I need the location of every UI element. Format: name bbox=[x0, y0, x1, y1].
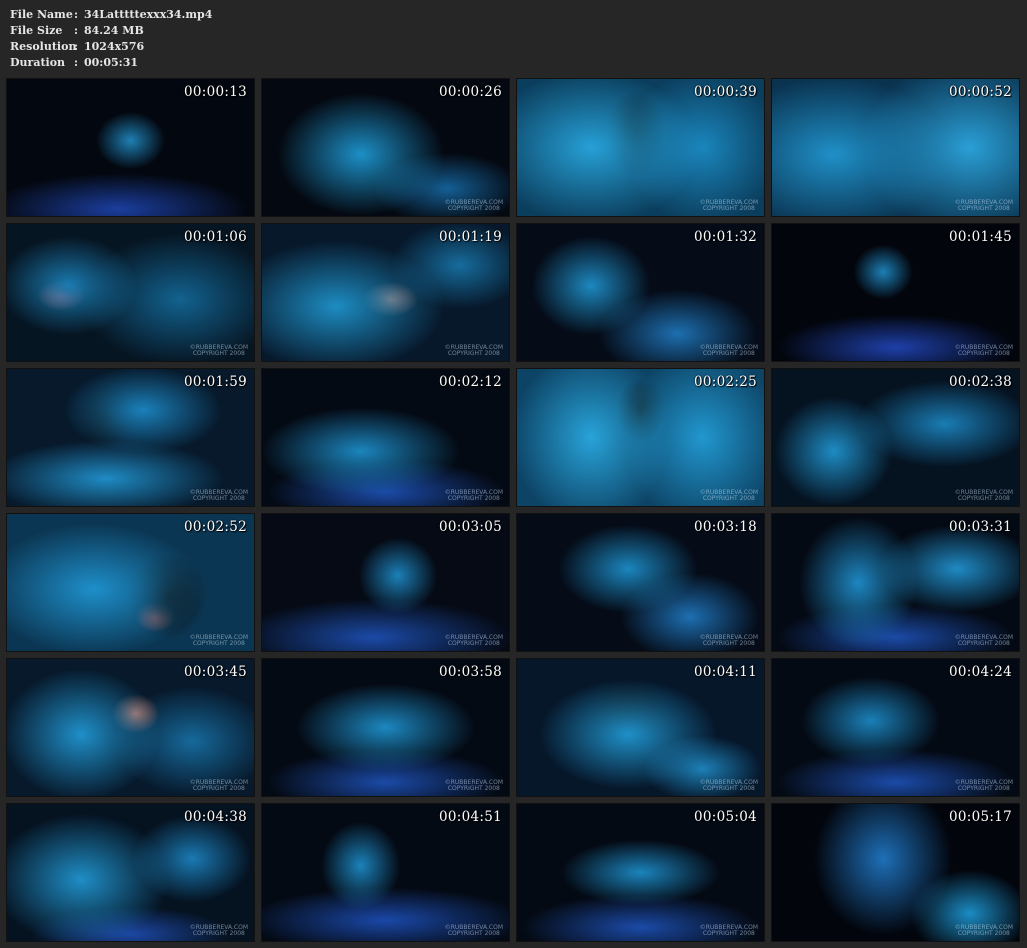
timestamp: 00:00:52 bbox=[948, 84, 1012, 100]
timestamp: 00:05:17 bbox=[948, 809, 1012, 825]
duration-row: Duration : 00:05:31 bbox=[10, 55, 212, 71]
video-thumbnail: 00:03:45 ©RUBBEREVA.COM COPYRIGHT 2008 bbox=[6, 658, 255, 797]
watermark: ©RUBBEREVA.COM COPYRIGHT 2008 bbox=[954, 199, 1013, 212]
watermark: ©RUBBEREVA.COM COPYRIGHT 2008 bbox=[189, 634, 248, 647]
timestamp: 00:01:45 bbox=[948, 229, 1012, 245]
video-thumbnail: 00:04:51 ©RUBBEREVA.COM COPYRIGHT 2008 bbox=[261, 803, 510, 942]
watermark: ©RUBBEREVA.COM COPYRIGHT 2008 bbox=[444, 924, 503, 937]
watermark: ©RUBBEREVA.COM COPYRIGHT 2008 bbox=[189, 489, 248, 502]
file-name-row: File Name : 34Latttttexxx34.mp4 bbox=[10, 7, 212, 23]
timestamp: 00:01:06 bbox=[183, 229, 247, 245]
timestamp: 00:03:58 bbox=[438, 664, 502, 680]
timestamp: 00:03:45 bbox=[183, 664, 247, 680]
video-thumbnail: 00:00:52 ©RUBBEREVA.COM COPYRIGHT 2008 bbox=[771, 78, 1020, 217]
video-thumbnail: 00:03:05 ©RUBBEREVA.COM COPYRIGHT 2008 bbox=[261, 513, 510, 652]
file-size-label: File Size bbox=[10, 24, 63, 37]
duration-label: Duration bbox=[10, 56, 66, 69]
video-thumbnail: 00:02:38 ©RUBBEREVA.COM COPYRIGHT 2008 bbox=[771, 368, 1020, 507]
video-thumbnail: 00:01:59 ©RUBBEREVA.COM COPYRIGHT 2008 bbox=[6, 368, 255, 507]
separator: : bbox=[74, 56, 79, 69]
video-thumbnail: 00:03:31 ©RUBBEREVA.COM COPYRIGHT 2008 bbox=[771, 513, 1020, 652]
watermark: ©RUBBEREVA.COM COPYRIGHT 2008 bbox=[699, 489, 758, 502]
video-thumbnail: 00:02:52 ©RUBBEREVA.COM COPYRIGHT 2008 bbox=[6, 513, 255, 652]
video-thumbnail: 00:01:19 ©RUBBEREVA.COM COPYRIGHT 2008 bbox=[261, 223, 510, 362]
video-thumbnail: 00:04:24 ©RUBBEREVA.COM COPYRIGHT 2008 bbox=[771, 658, 1020, 797]
timestamp: 00:02:52 bbox=[183, 519, 247, 535]
resolution-label: Resolution bbox=[10, 40, 77, 53]
separator: : bbox=[74, 24, 79, 37]
timestamp: 00:04:24 bbox=[948, 664, 1012, 680]
watermark: ©RUBBEREVA.COM COPYRIGHT 2008 bbox=[699, 924, 758, 937]
timestamp: 00:00:13 bbox=[183, 84, 247, 100]
video-thumbnail: 00:03:58 ©RUBBEREVA.COM COPYRIGHT 2008 bbox=[261, 658, 510, 797]
video-thumbnail: 00:05:17 ©RUBBEREVA.COM COPYRIGHT 2008 bbox=[771, 803, 1020, 942]
watermark: ©RUBBEREVA.COM COPYRIGHT 2008 bbox=[444, 489, 503, 502]
file-size-row: File Size : 84.24 MB bbox=[10, 23, 212, 39]
video-thumbnail: 00:04:38 ©RUBBEREVA.COM COPYRIGHT 2008 bbox=[6, 803, 255, 942]
video-thumbnail: 00:00:26 ©RUBBEREVA.COM COPYRIGHT 2008 bbox=[261, 78, 510, 217]
video-thumbnail: 00:02:12 ©RUBBEREVA.COM COPYRIGHT 2008 bbox=[261, 368, 510, 507]
timestamp: 00:03:05 bbox=[438, 519, 502, 535]
watermark: ©RUBBEREVA.COM COPYRIGHT 2008 bbox=[699, 344, 758, 357]
watermark: ©RUBBEREVA.COM COPYRIGHT 2008 bbox=[189, 779, 248, 792]
timestamp: 00:01:19 bbox=[438, 229, 502, 245]
timestamp: 00:03:31 bbox=[948, 519, 1012, 535]
file-info-header: File Name : 34Latttttexxx34.mp4 File Siz… bbox=[10, 7, 212, 71]
file-size-value: 84.24 MB bbox=[84, 24, 144, 37]
watermark: ©RUBBEREVA.COM COPYRIGHT 2008 bbox=[189, 924, 248, 937]
timestamp: 00:04:38 bbox=[183, 809, 247, 825]
file-name-label: File Name bbox=[10, 8, 73, 21]
watermark: ©RUBBEREVA.COM COPYRIGHT 2008 bbox=[699, 634, 758, 647]
watermark: ©RUBBEREVA.COM COPYRIGHT 2008 bbox=[954, 344, 1013, 357]
watermark: ©RUBBEREVA.COM COPYRIGHT 2008 bbox=[444, 634, 503, 647]
watermark: ©RUBBEREVA.COM COPYRIGHT 2008 bbox=[699, 199, 758, 212]
watermark: ©RUBBEREVA.COM COPYRIGHT 2008 bbox=[189, 344, 248, 357]
file-name-value: 34Latttttexxx34.mp4 bbox=[84, 8, 213, 21]
timestamp: 00:02:25 bbox=[693, 374, 757, 390]
timestamp: 00:02:38 bbox=[948, 374, 1012, 390]
timestamp: 00:02:12 bbox=[438, 374, 502, 390]
timestamp: 00:00:39 bbox=[693, 84, 757, 100]
watermark: ©RUBBEREVA.COM COPYRIGHT 2008 bbox=[444, 779, 503, 792]
timestamp: 00:01:32 bbox=[693, 229, 757, 245]
watermark: ©RUBBEREVA.COM COPYRIGHT 2008 bbox=[954, 779, 1013, 792]
watermark: ©RUBBEREVA.COM COPYRIGHT 2008 bbox=[954, 489, 1013, 502]
timestamp: 00:04:11 bbox=[693, 664, 757, 680]
watermark: ©RUBBEREVA.COM COPYRIGHT 2008 bbox=[444, 344, 503, 357]
video-thumbnail: 00:02:25 ©RUBBEREVA.COM COPYRIGHT 2008 bbox=[516, 368, 765, 507]
watermark: ©RUBBEREVA.COM COPYRIGHT 2008 bbox=[954, 924, 1013, 937]
video-thumbnail: 00:01:32 ©RUBBEREVA.COM COPYRIGHT 2008 bbox=[516, 223, 765, 362]
video-thumbnail: 00:03:18 ©RUBBEREVA.COM COPYRIGHT 2008 bbox=[516, 513, 765, 652]
watermark: ©RUBBEREVA.COM COPYRIGHT 2008 bbox=[444, 199, 503, 212]
duration-value: 00:05:31 bbox=[84, 56, 139, 69]
thumbnail-grid: 00:00:13 00:00:26 ©RUBBEREVA.COM COPYRIGHT… bbox=[6, 78, 1021, 942]
video-thumbnail: 00:05:04 ©RUBBEREVA.COM COPYRIGHT 2008 bbox=[516, 803, 765, 942]
timestamp: 00:03:18 bbox=[693, 519, 757, 535]
resolution-row: Resolution : 1024x576 bbox=[10, 39, 212, 55]
timestamp: 00:05:04 bbox=[693, 809, 757, 825]
video-thumbnail: 00:00:39 ©RUBBEREVA.COM COPYRIGHT 2008 bbox=[516, 78, 765, 217]
resolution-value: 1024x576 bbox=[84, 40, 145, 53]
watermark: ©RUBBEREVA.COM COPYRIGHT 2008 bbox=[954, 634, 1013, 647]
video-thumbnail: 00:00:13 bbox=[6, 78, 255, 217]
video-thumbnail: 00:04:11 ©RUBBEREVA.COM COPYRIGHT 2008 bbox=[516, 658, 765, 797]
video-thumbnail: 00:01:06 ©RUBBEREVA.COM COPYRIGHT 2008 bbox=[6, 223, 255, 362]
separator: : bbox=[74, 8, 79, 21]
watermark: ©RUBBEREVA.COM COPYRIGHT 2008 bbox=[699, 779, 758, 792]
timestamp: 00:01:59 bbox=[183, 374, 247, 390]
separator: : bbox=[74, 40, 79, 53]
video-thumbnail: 00:01:45 ©RUBBEREVA.COM COPYRIGHT 2008 bbox=[771, 223, 1020, 362]
timestamp: 00:00:26 bbox=[438, 84, 502, 100]
timestamp: 00:04:51 bbox=[438, 809, 502, 825]
